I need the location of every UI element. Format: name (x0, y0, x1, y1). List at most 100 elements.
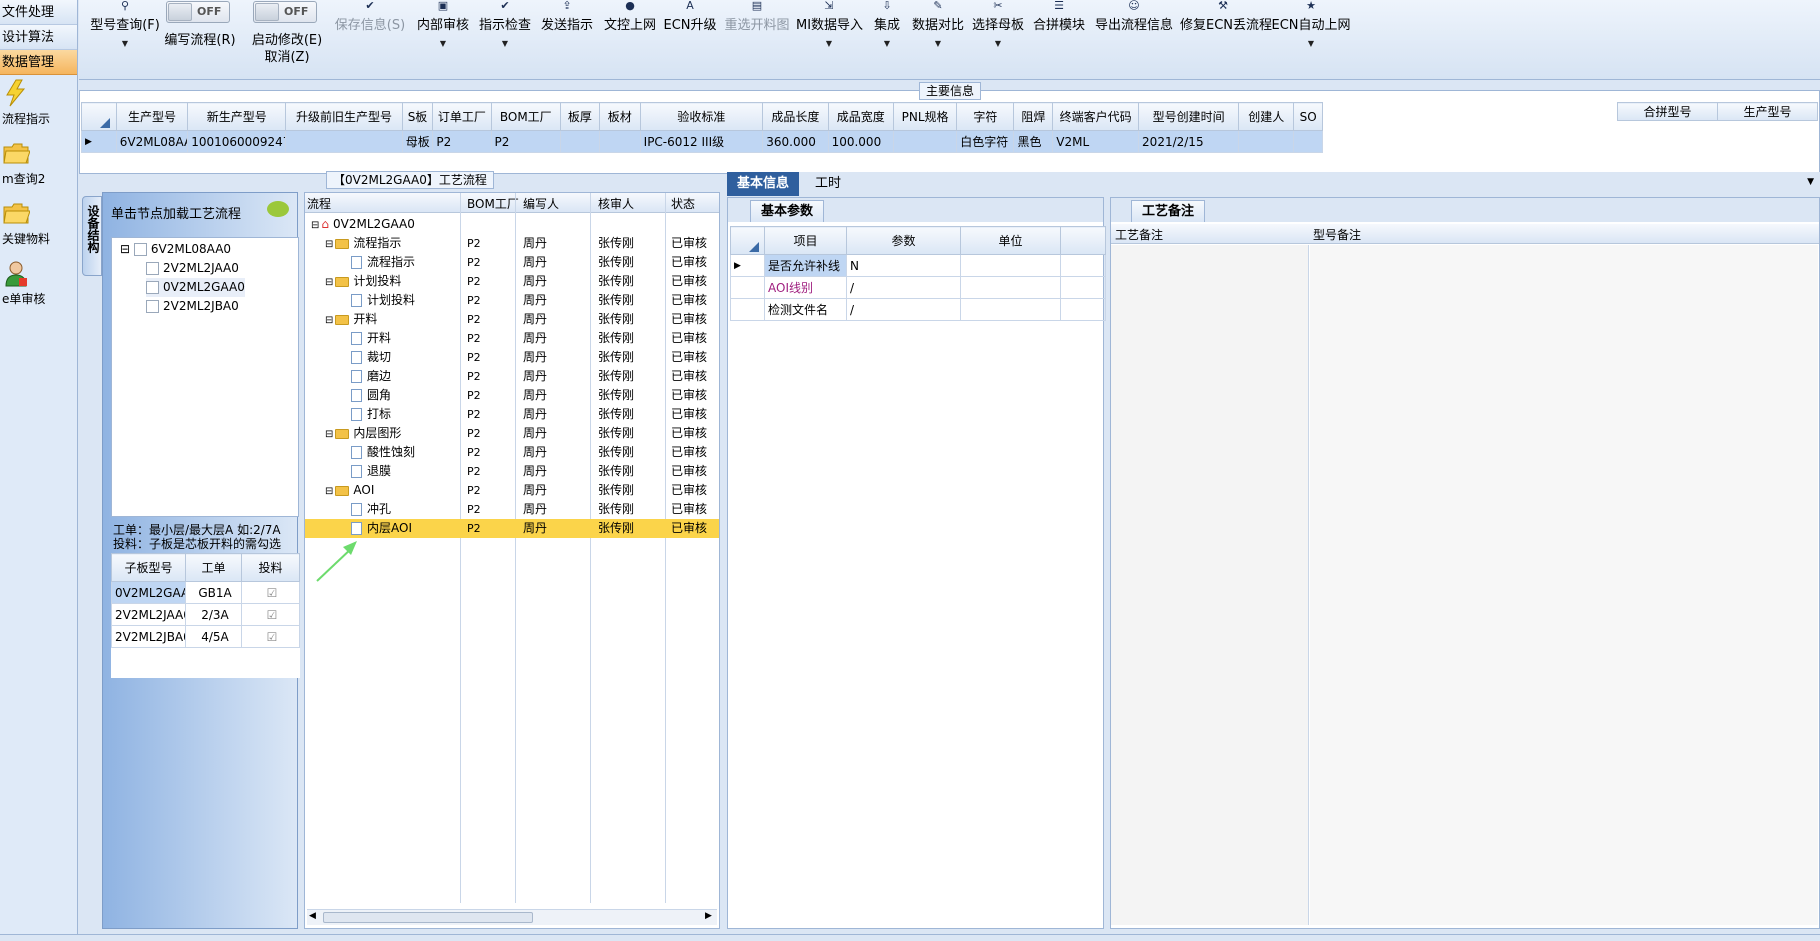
column-header[interactable]: 流程 (307, 195, 331, 212)
reselect-cut-button[interactable]: ▤ 重选开料图 (720, 0, 794, 68)
table-cell[interactable]: 母板 (401, 130, 434, 153)
table-cell[interactable]: 2/3A (185, 603, 242, 626)
table-cell[interactable]: GB1A (185, 581, 242, 604)
table-cell[interactable]: V2ML (1052, 130, 1140, 153)
flow-row[interactable]: ⊟ 开料 P2 周丹 张传刚 已审核 (305, 310, 719, 329)
table-cell[interactable]: 100.000 (827, 130, 894, 153)
flow-row[interactable]: 流程指示 P2 周丹 张传刚 已审核 (305, 253, 719, 272)
scroll-left-icon[interactable]: ◀ (309, 911, 316, 921)
table-cell[interactable]: 10010600092474 (187, 130, 287, 153)
table-row[interactable]: ▶ 6V2ML08AA0 10010600092474 母板 P2 P2 IPC… (81, 130, 1323, 153)
flow-row[interactable]: 磨边 P2 周丹 张传刚 已审核 (305, 367, 719, 386)
table-cell[interactable]: 黑色 (1013, 130, 1054, 153)
flow-row[interactable]: 计划投料 P2 周丹 张传刚 已审核 (305, 291, 719, 310)
column-header[interactable]: 创建人 (1238, 102, 1295, 131)
menu-file[interactable]: 文件处理 (0, 0, 77, 25)
model-query-button[interactable]: ⚲ 型号查询(F) ▼ (85, 0, 165, 68)
control-online-button[interactable]: ● 文控上网 (600, 0, 660, 68)
column-header[interactable]: 板材 (598, 102, 641, 131)
table-cell[interactable] (960, 298, 1061, 321)
column-header[interactable]: 状态 (671, 195, 695, 212)
instruction-check-button[interactable]: ✔ 指示检查 ▼ (475, 0, 535, 68)
table-row[interactable]: 2V2ML2JAA0 2/3A ☑ (111, 603, 300, 626)
fix-ecn-button[interactable]: ⚒ 修复ECN丢流程 (1180, 0, 1272, 68)
send-instruction-button[interactable]: ⇪ 发送指示 (537, 0, 597, 68)
save-info-button[interactable]: ✔ 保存信息(S) (331, 0, 409, 68)
flow-row[interactable]: 退膜 P2 周丹 张传刚 已审核 (305, 462, 719, 481)
scroll-thumb[interactable] (323, 912, 533, 923)
column-header[interactable]: 升级前旧生产型号 (285, 102, 403, 131)
nav-item-query[interactable]: m查询2 (0, 135, 77, 195)
merge-module-button[interactable]: ☰ 合拼模块 (1030, 0, 1088, 68)
table-cell[interactable] (598, 130, 641, 153)
table-row[interactable]: 0V2ML2GAA0 GB1A ☑ (111, 581, 300, 604)
select-board-button[interactable]: ✂ 选择母板 ▼ (969, 0, 1027, 68)
table-cell[interactable]: 2V2ML2JAA0 (111, 603, 186, 626)
column-header[interactable]: 项目 (764, 226, 847, 255)
column-header[interactable]: 工艺备注 (1115, 226, 1163, 243)
flow-row-selected[interactable]: 内层AOI P2 周丹 张传刚 已审核 (305, 519, 719, 538)
column-header[interactable]: 成品宽度 (827, 102, 894, 131)
column-header[interactable]: 成品长度 (762, 102, 829, 131)
collapse-icon[interactable]: ⊟ (325, 277, 333, 288)
flow-row[interactable]: ⊟ ⌂ 0V2ML2GAA0 (305, 215, 719, 234)
integrate-button[interactable]: ⇩ 集成 ▼ (866, 0, 908, 68)
scroll-right-icon[interactable]: ▶ (705, 911, 712, 921)
table-row[interactable]: AOI线别 / (730, 276, 1106, 299)
column-header[interactable]: 字符 (956, 102, 1015, 131)
collapse-icon[interactable]: ⊟ (325, 486, 333, 497)
tab-basic-params[interactable]: 基本参数 (750, 200, 825, 222)
table-cell[interactable] (960, 254, 1061, 277)
column-header[interactable]: 生产型号 (115, 102, 189, 131)
tab-work-hours[interactable]: 工时 (805, 172, 851, 196)
nav-item-key-material[interactable]: 关键物料 (0, 195, 77, 255)
column-header[interactable]: 工单 (185, 553, 242, 582)
tab-process-remarks[interactable]: 工艺备注 (1131, 200, 1206, 222)
auto-modify-toggle[interactable]: OFF (253, 1, 317, 23)
column-header[interactable]: 投料 (241, 553, 300, 582)
table-cell[interactable] (1293, 130, 1323, 153)
table-cell[interactable]: 2021/2/15 (1138, 130, 1240, 153)
flow-row[interactable]: 冲孔 P2 周丹 张传刚 已审核 (305, 500, 719, 519)
flow-row[interactable]: 裁切 P2 周丹 张传刚 已审核 (305, 348, 719, 367)
struct-vertical-tab[interactable]: 设备结构 (82, 196, 102, 276)
feed-checkbox[interactable]: ☑ (241, 625, 300, 648)
column-header[interactable]: 终端客户代码 (1052, 102, 1140, 131)
table-cell[interactable]: P2 (432, 130, 492, 153)
nav-item-order-review[interactable]: e单审核 (0, 255, 77, 315)
table-cell[interactable] (285, 130, 403, 153)
table-cell[interactable] (560, 130, 600, 153)
column-header[interactable]: 合拼型号 (1617, 102, 1718, 121)
cancel-button[interactable]: 取消(Z) (245, 46, 329, 65)
ecn-upgrade-button[interactable]: A ECN升级 (662, 0, 718, 68)
flow-row[interactable]: 酸性蚀刻 P2 周丹 张传刚 已审核 (305, 443, 719, 462)
table-cell[interactable]: 0V2ML2GAA0 (111, 581, 186, 604)
table-cell[interactable]: 检测文件名 (764, 298, 847, 321)
table-cell[interactable] (892, 130, 958, 153)
column-header[interactable]: 生产型号 (1717, 102, 1818, 121)
flow-row[interactable]: ⊟ AOI P2 周丹 张传刚 已审核 (305, 481, 719, 500)
table-cell[interactable]: AOI线别 (764, 276, 847, 299)
column-header[interactable]: 子板型号 (111, 553, 186, 582)
table-row[interactable]: 检测文件名 / (730, 298, 1106, 321)
table-cell[interactable]: N (846, 254, 961, 277)
nav-item-flow-instruction[interactable]: 流程指示 (0, 75, 77, 135)
internal-review-button[interactable]: ▣ 内部审核 ▼ (413, 0, 473, 68)
column-header[interactable]: 验收标准 (639, 102, 764, 131)
menu-design-algorithm[interactable]: 设计算法 (0, 25, 77, 50)
column-header[interactable]: SO (1293, 102, 1323, 131)
column-header[interactable]: 阻焊 (1013, 102, 1054, 131)
column-header[interactable]: 单位 (960, 226, 1061, 255)
column-header[interactable]: BOM工厂 (490, 102, 562, 131)
table-cell[interactable]: P2 (490, 130, 562, 153)
process-remarks-box[interactable] (1111, 245, 1309, 925)
export-flow-button[interactable]: ☺ 导出流程信息 (1090, 0, 1178, 68)
tree-node[interactable]: ⊟ 6V2ML08AA0 (120, 240, 231, 259)
flow-row[interactable]: ⊟ 内层图形 P2 周丹 张传刚 已审核 (305, 424, 719, 443)
mi-import-button[interactable]: ⇲ MI数据导入 ▼ (796, 0, 863, 68)
node-checkbox[interactable] (146, 300, 159, 313)
table-cell[interactable]: 4/5A (185, 625, 242, 648)
collapse-icon[interactable]: ⊟ (325, 239, 333, 250)
table-cell[interactable] (1238, 130, 1295, 153)
data-compare-button[interactable]: ✎ 数据对比 ▼ (910, 0, 966, 68)
